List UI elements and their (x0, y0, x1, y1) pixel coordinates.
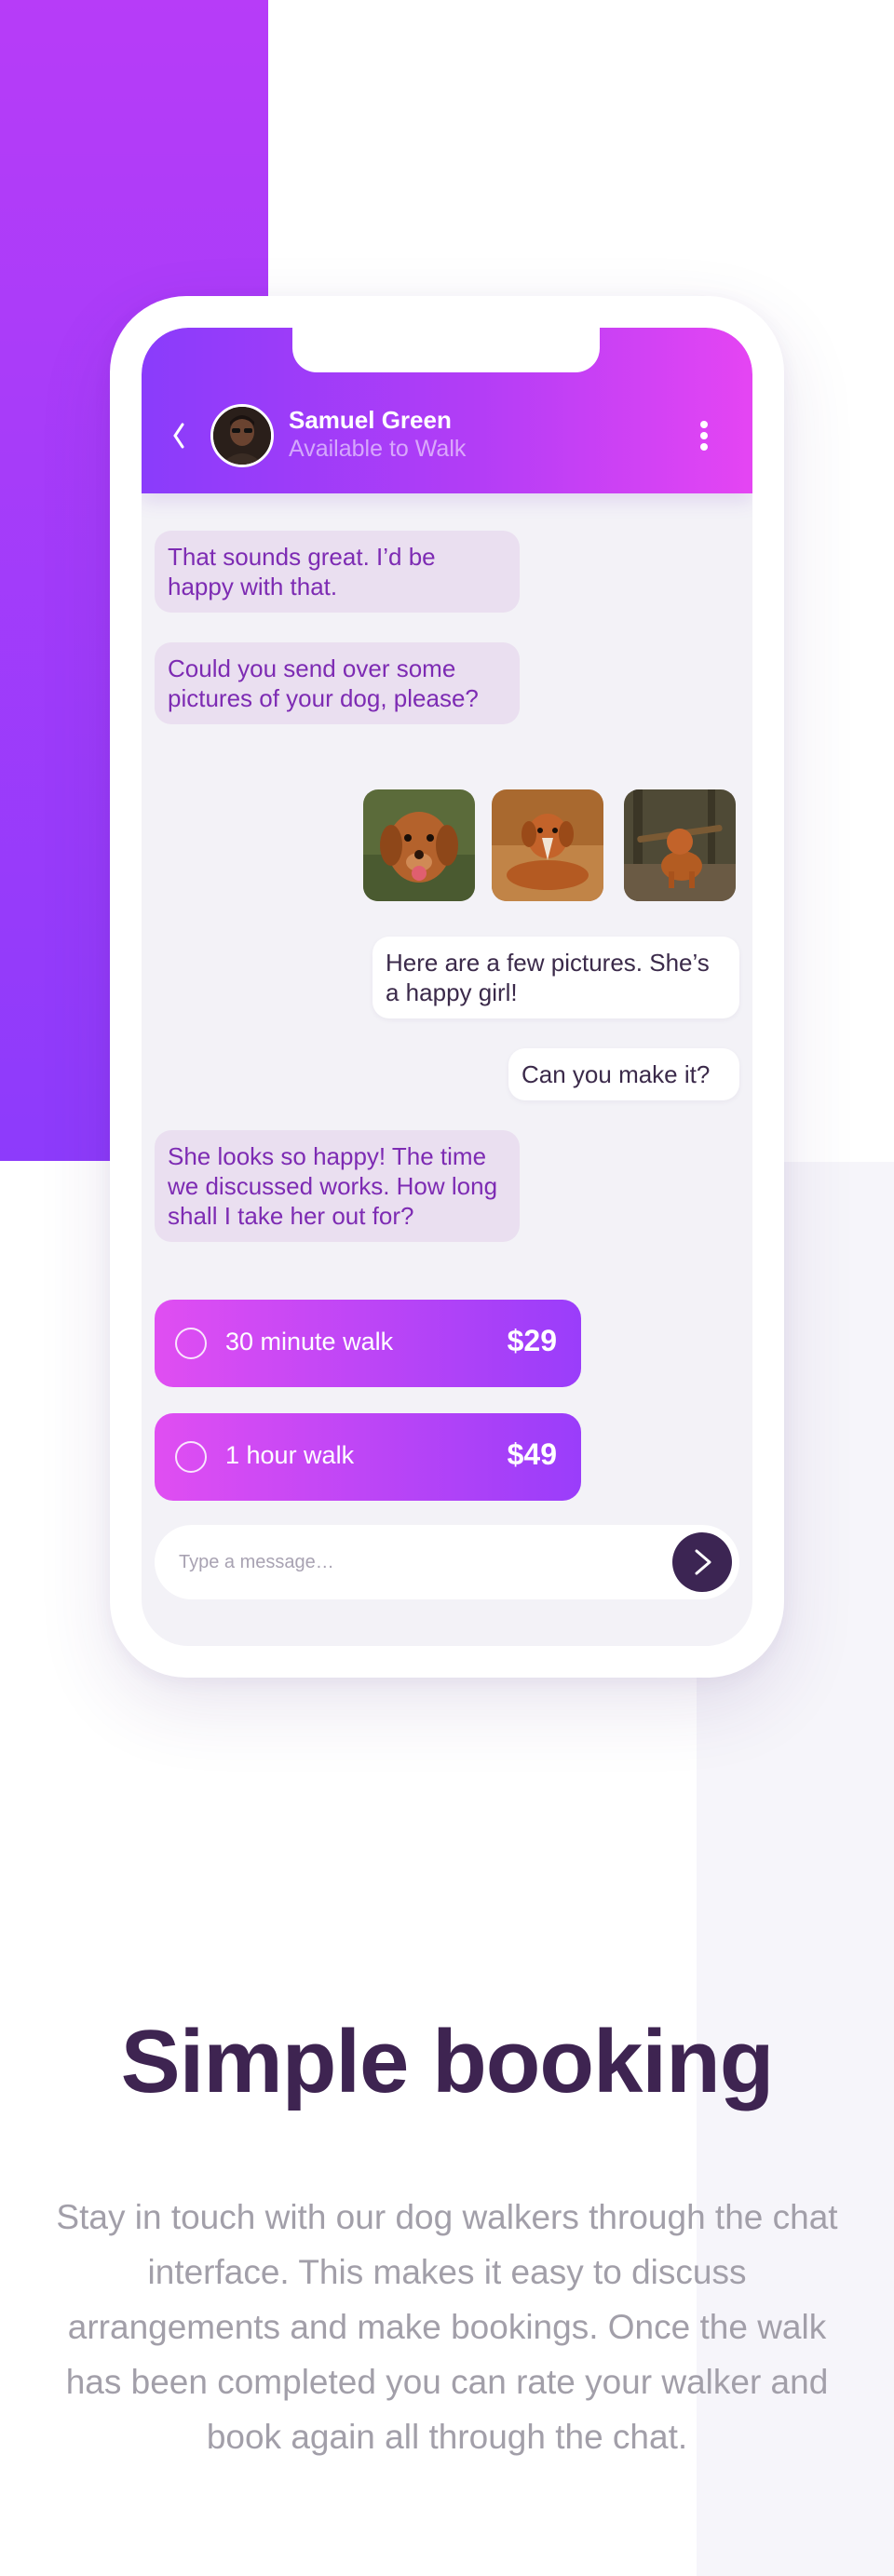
contact-status: Available to Walk (289, 436, 467, 462)
incoming-message: She looks so happy! The time we discusse… (155, 1130, 520, 1242)
incoming-message: That sounds great. I’d be happy with tha… (155, 531, 520, 613)
message-composer (155, 1525, 739, 1599)
send-icon[interactable] (672, 1532, 732, 1592)
section-description: Stay in touch with our dog walkers throu… (56, 2198, 838, 2456)
walk-option-1-hour[interactable]: 1 hour walk $49 (155, 1413, 581, 1501)
phone-mockup: Samuel Green Available to Walk That soun… (110, 296, 784, 1678)
contact-name: Samuel Green (289, 406, 452, 434)
dog-photo[interactable] (624, 789, 736, 901)
option-price: $49 (507, 1437, 557, 1471)
section-title: Simple booking (120, 2012, 775, 2111)
dog-photo[interactable] (492, 789, 603, 901)
option-price: $29 (507, 1324, 557, 1357)
back-arrow-icon[interactable] (169, 417, 188, 454)
avatar[interactable] (210, 404, 274, 467)
outgoing-message: Can you make it? (508, 1048, 739, 1100)
walk-option-30-minute[interactable]: 30 minute walk $29 (155, 1300, 581, 1387)
radio-button[interactable] (175, 1441, 207, 1473)
option-label: 1 hour walk (225, 1441, 355, 1469)
outgoing-message: Here are a few pictures. She’s a happy g… (372, 937, 739, 1018)
radio-button[interactable] (175, 1328, 207, 1359)
option-label: 30 minute walk (225, 1328, 394, 1355)
more-options-icon[interactable] (698, 421, 710, 454)
message-input[interactable] (179, 1544, 644, 1581)
dog-photo[interactable] (363, 789, 475, 901)
phone-notch (292, 328, 600, 372)
incoming-message: Could you send over some pictures of you… (155, 642, 520, 724)
chat-screen: Samuel Green Available to Walk That soun… (142, 328, 752, 1646)
